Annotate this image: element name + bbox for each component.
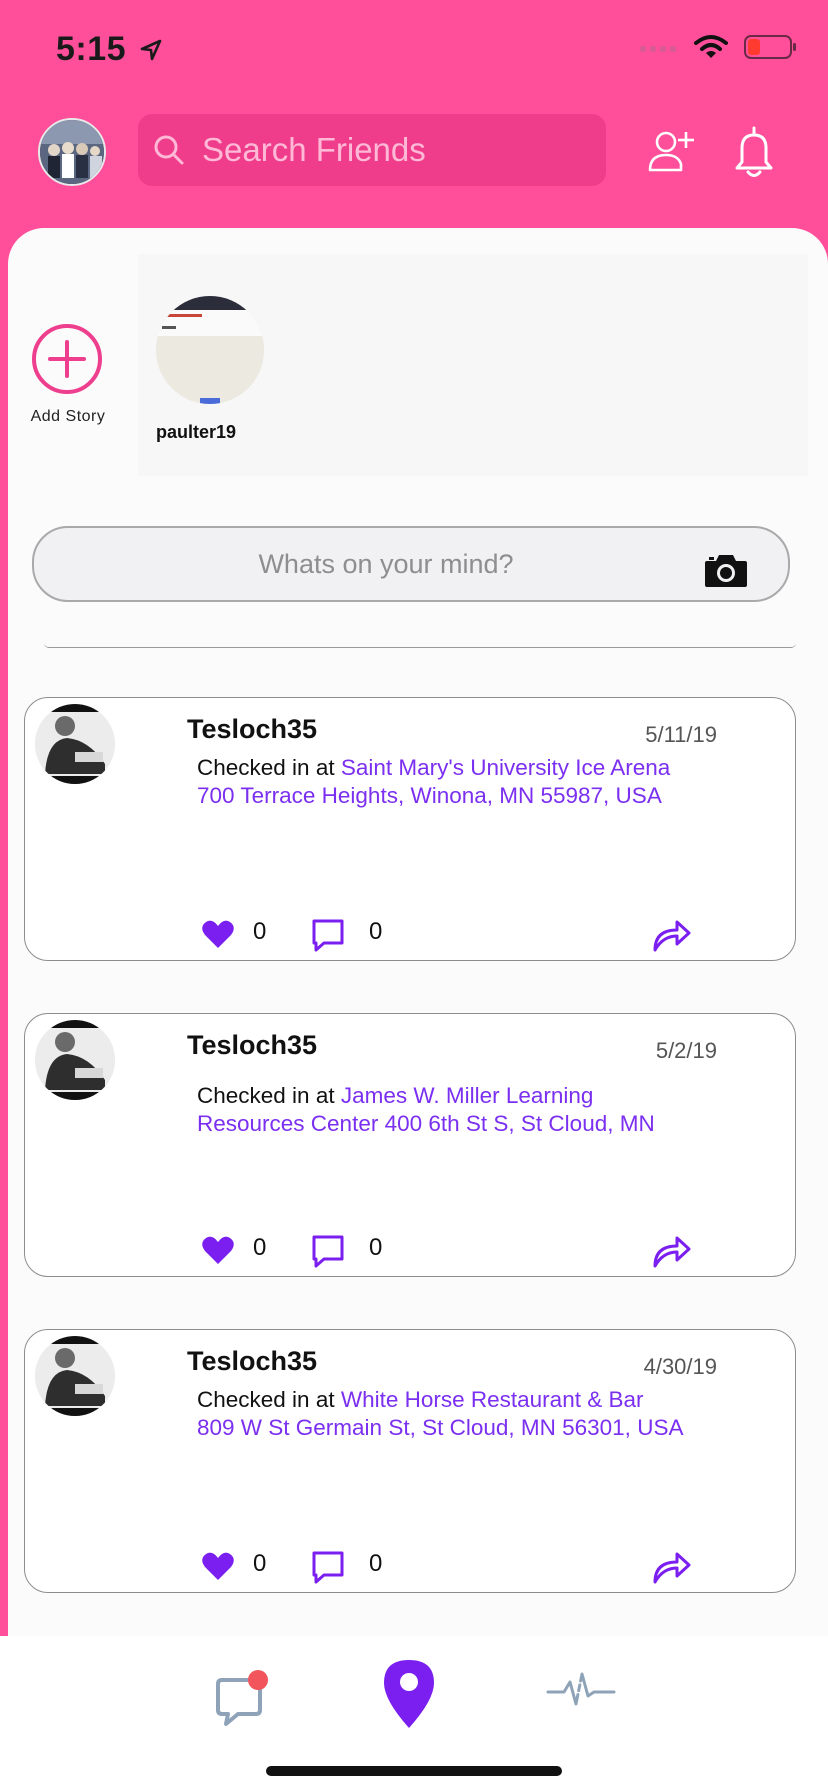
post-body: Checked in at White Horse Restaurant & B… (197, 1386, 685, 1441)
story-avatar[interactable] (156, 296, 264, 404)
bell-icon (735, 126, 773, 177)
comment-count: 0 (369, 1234, 383, 1261)
messages-icon (216, 1670, 268, 1726)
user-photo (35, 1020, 115, 1100)
checkin-prefix: Checked in at (197, 1387, 335, 1412)
status-time-text: 5:15 (56, 30, 127, 68)
post-date: 4/30/19 (643, 1354, 717, 1379)
nav-activity-button[interactable] (546, 1672, 616, 1708)
post-card[interactable]: Tesloch35 5/2/19 Checked in at James W. … (24, 1013, 796, 1277)
heart-icon[interactable] (201, 1550, 235, 1582)
comment-icon[interactable] (311, 1550, 345, 1584)
profile-photo (40, 120, 104, 184)
like-count: 0 (253, 918, 267, 945)
activity-icon (546, 1672, 616, 1706)
composer-input[interactable] (154, 544, 618, 584)
profile-avatar[interactable] (38, 118, 106, 186)
status-time: 5:15 (56, 30, 162, 69)
post-composer[interactable] (32, 526, 790, 602)
status-icons (640, 34, 798, 60)
search-icon (154, 135, 184, 165)
heart-icon[interactable] (201, 918, 235, 950)
notifications-button[interactable] (734, 126, 774, 180)
post-card[interactable]: Tesloch35 4/30/19 Checked in at White Ho… (24, 1329, 796, 1593)
comment-icon[interactable] (311, 1234, 345, 1268)
add-friend-button[interactable] (648, 128, 696, 176)
search-input[interactable] (200, 130, 584, 170)
wifi-icon (694, 35, 728, 58)
like-count: 0 (253, 1550, 267, 1577)
cellular-signal-icon (640, 46, 676, 52)
battery-icon (744, 35, 796, 59)
user-photo (35, 1336, 115, 1416)
add-story-label: Add Story (30, 408, 106, 425)
post-avatar[interactable] (35, 1336, 115, 1416)
checkin-prefix: Checked in at (197, 1083, 335, 1108)
nav-messages-button[interactable] (212, 1668, 270, 1728)
like-count: 0 (253, 1234, 267, 1261)
nav-map-button[interactable] (380, 1656, 438, 1730)
camera-icon (705, 555, 747, 587)
map-pin-icon (384, 1660, 434, 1728)
post-card[interactable]: Tesloch35 5/11/19 Checked in at Saint Ma… (24, 697, 796, 961)
post-username[interactable]: Tesloch35 (187, 1346, 317, 1377)
post-date: 5/2/19 (655, 1038, 717, 1063)
story-username: paulter19 (156, 422, 237, 442)
search-box[interactable] (138, 114, 606, 186)
feed-divider (44, 643, 796, 648)
share-icon[interactable] (651, 916, 691, 952)
post-date: 5/11/19 (645, 722, 717, 747)
home-indicator (266, 1766, 562, 1776)
post-avatar[interactable] (35, 704, 115, 784)
add-friend-icon (648, 131, 694, 172)
post-username[interactable]: Tesloch35 (187, 1030, 317, 1061)
story-thumbnail (156, 296, 264, 404)
user-photo (35, 704, 115, 784)
share-icon[interactable] (651, 1548, 691, 1584)
comment-count: 0 (369, 918, 383, 945)
comment-count: 0 (369, 1550, 383, 1577)
comment-icon[interactable] (311, 918, 345, 952)
camera-button[interactable] (704, 552, 748, 588)
location-arrow-icon (140, 39, 162, 61)
post-body: Checked in at Saint Mary's University Ic… (197, 754, 685, 809)
heart-icon[interactable] (201, 1234, 235, 1266)
add-circle-icon (32, 324, 102, 394)
share-icon[interactable] (651, 1232, 691, 1268)
checkin-prefix: Checked in at (197, 755, 335, 780)
post-username[interactable]: Tesloch35 (187, 714, 317, 745)
post-body: Checked in at James W. Miller Learning R… (197, 1082, 685, 1138)
post-avatar[interactable] (35, 1020, 115, 1100)
add-story-button[interactable] (30, 322, 104, 396)
